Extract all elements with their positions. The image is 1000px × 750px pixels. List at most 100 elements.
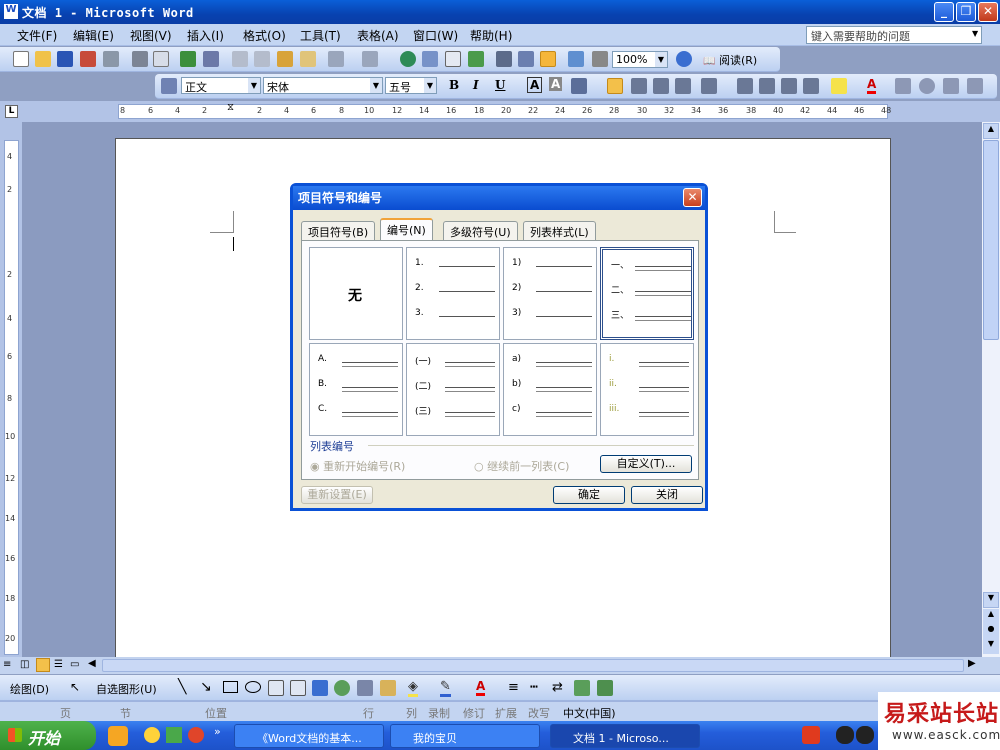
- arrow-icon[interactable]: ↘: [200, 679, 212, 695]
- scroll-right-icon[interactable]: ▶: [968, 658, 976, 669]
- quicklaunch-icon[interactable]: [108, 726, 128, 746]
- numbering-option[interactable]: (一) (二) (三): [406, 343, 500, 436]
- increase-indent-icon[interactable]: [803, 78, 819, 94]
- spelling-icon[interactable]: [180, 51, 196, 67]
- web-view-icon[interactable]: ◫: [20, 659, 29, 670]
- bold-button[interactable]: B: [449, 78, 459, 92]
- dash-style-icon[interactable]: ┅: [530, 680, 538, 695]
- paste-icon[interactable]: [277, 51, 293, 67]
- save-icon[interactable]: [57, 51, 73, 67]
- start-button[interactable]: 开始: [0, 721, 96, 750]
- print-preview-icon[interactable]: [153, 51, 169, 67]
- menu-file[interactable]: 文件(F): [17, 27, 57, 44]
- zoom-select[interactable]: 100% ▼: [612, 51, 668, 68]
- wordart-icon[interactable]: [312, 680, 328, 696]
- continue-list-radio[interactable]: ○ 继续前一列表(C): [474, 458, 569, 474]
- print-icon[interactable]: [132, 51, 148, 67]
- tab-numbering[interactable]: 编号(N): [380, 218, 433, 241]
- align-center-icon[interactable]: [631, 78, 647, 94]
- tab-bullets[interactable]: 项目符号(B): [301, 221, 376, 240]
- menu-tools[interactable]: 工具(T): [300, 27, 341, 44]
- shrink-font-icon[interactable]: [967, 78, 983, 94]
- numbering-icon[interactable]: [737, 78, 753, 94]
- picture-icon[interactable]: [380, 680, 396, 696]
- autoshapes-menu-button[interactable]: 自选图形(U): [96, 681, 157, 697]
- numbering-option[interactable]: 1) 2) 3): [503, 247, 597, 340]
- quicklaunch-icon[interactable]: [144, 727, 160, 743]
- align-right-icon[interactable]: [653, 78, 669, 94]
- shadow-icon[interactable]: [574, 680, 590, 696]
- prev-page-icon[interactable]: ▲: [983, 609, 999, 624]
- taskbar-item[interactable]: 我的宝贝: [390, 724, 540, 748]
- hyperlink-icon[interactable]: [400, 51, 416, 67]
- draw-font-color-icon[interactable]: A: [476, 679, 486, 696]
- font-select[interactable]: 宋体 ▼: [263, 77, 383, 94]
- horizontal-ruler[interactable]: L 8 6 4 2 ⧖ 2 4 6 8 10 12 14 16 18 20 22…: [0, 101, 1000, 122]
- tab-list-styles[interactable]: 列表样式(L): [523, 221, 596, 240]
- align-left-icon[interactable]: [607, 78, 623, 94]
- taskbar-item-active[interactable]: 文档 1 - Microso...: [550, 724, 700, 748]
- format-painter-icon[interactable]: [300, 51, 316, 67]
- document-map-icon[interactable]: [540, 51, 556, 67]
- drawing-icon[interactable]: [518, 51, 534, 67]
- quicklaunch-icon[interactable]: [166, 727, 182, 743]
- close-button[interactable]: ✕: [978, 2, 998, 22]
- chevron-right-icon[interactable]: »: [214, 725, 221, 738]
- draw-menu-button[interactable]: 绘图(D): [10, 681, 49, 697]
- outline-view-icon[interactable]: ☰: [54, 659, 63, 670]
- numbering-option[interactable]: a) b) c): [503, 343, 597, 436]
- menu-help[interactable]: 帮助(H): [470, 27, 512, 44]
- maximize-button[interactable]: ❐: [956, 2, 976, 22]
- oval-icon[interactable]: [245, 681, 261, 693]
- qq-icon[interactable]: [836, 726, 854, 744]
- select-objects-icon[interactable]: ↖: [70, 680, 80, 694]
- status-overtype[interactable]: 改写: [528, 705, 550, 721]
- numbering-option-none[interactable]: 无: [309, 247, 403, 340]
- cut-icon[interactable]: [232, 51, 248, 67]
- redo-icon[interactable]: [362, 51, 378, 67]
- copy-icon[interactable]: [254, 51, 270, 67]
- line-icon[interactable]: ╲: [178, 679, 186, 695]
- rectangle-icon[interactable]: [223, 681, 238, 693]
- columns-icon[interactable]: [496, 51, 512, 67]
- scroll-left-icon[interactable]: ◀: [88, 658, 96, 669]
- reading-view-icon[interactable]: ▭: [70, 659, 79, 670]
- indent-marker-icon[interactable]: ⧖: [227, 102, 234, 113]
- line-color-icon[interactable]: ✎: [440, 679, 451, 697]
- status-record[interactable]: 录制: [428, 705, 450, 721]
- close-dialog-button[interactable]: 关闭: [631, 486, 703, 504]
- restart-numbering-radio[interactable]: ◉ 重新开始编号(R): [310, 458, 405, 474]
- permission-icon[interactable]: [80, 51, 96, 67]
- bullets-icon[interactable]: [759, 78, 775, 94]
- read-mode-button[interactable]: 📖 阅读(R): [703, 52, 757, 68]
- decrease-indent-icon[interactable]: [781, 78, 797, 94]
- char-shading-button[interactable]: A: [549, 77, 563, 91]
- insert-table-icon[interactable]: [445, 51, 461, 67]
- normal-view-icon[interactable]: ≡: [3, 659, 11, 670]
- numbering-option-selected[interactable]: 一、 二、 三、: [600, 247, 694, 340]
- menu-table[interactable]: 表格(A): [357, 27, 399, 44]
- undo-icon[interactable]: [328, 51, 344, 67]
- diagram-icon[interactable]: [334, 680, 350, 696]
- horizontal-scrollbar[interactable]: ≡ ◫ ☰ ▭ ◀ ▶: [0, 657, 1000, 674]
- qq-icon[interactable]: [856, 726, 874, 744]
- textbox-icon[interactable]: [268, 680, 284, 696]
- reset-button[interactable]: 重新设置(E): [301, 486, 373, 504]
- research-icon[interactable]: [203, 51, 219, 67]
- line-spacing-icon[interactable]: [701, 78, 717, 94]
- hscroll-thumb[interactable]: [102, 659, 964, 672]
- email-icon[interactable]: [103, 51, 119, 67]
- scroll-down-icon[interactable]: ▼: [983, 592, 999, 608]
- menu-format[interactable]: 格式(O): [243, 27, 286, 44]
- menu-view[interactable]: 视图(V): [130, 27, 172, 44]
- phonetic-guide-icon[interactable]: [895, 78, 911, 94]
- help-search-input[interactable]: 键入需要帮助的问题: [806, 26, 982, 44]
- status-extend[interactable]: 扩展: [495, 705, 517, 721]
- tab-selector-button[interactable]: L: [5, 105, 18, 118]
- minimize-button[interactable]: _: [934, 2, 954, 22]
- print-view-icon[interactable]: [36, 658, 50, 672]
- arrow-style-icon[interactable]: ⇄: [552, 680, 563, 695]
- menu-insert[interactable]: 插入(I): [187, 27, 224, 44]
- paragraph-mark-icon[interactable]: [592, 51, 608, 67]
- line-style-icon[interactable]: ≡: [508, 680, 519, 695]
